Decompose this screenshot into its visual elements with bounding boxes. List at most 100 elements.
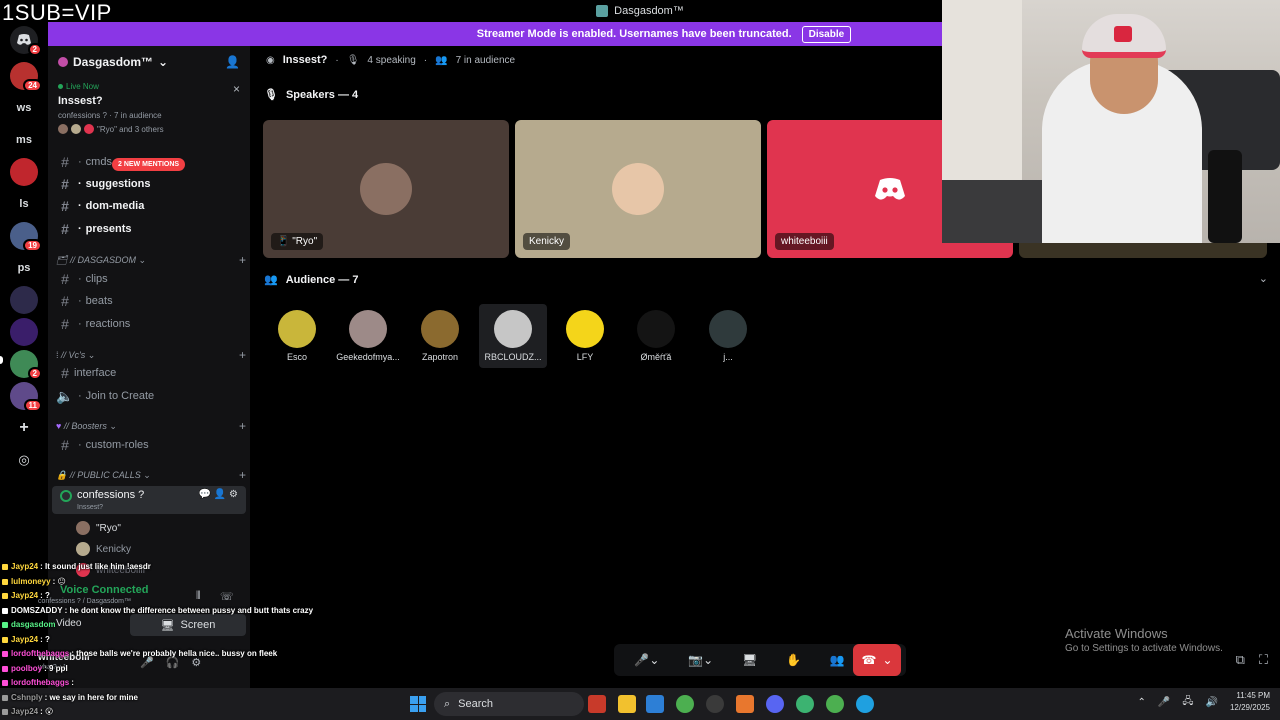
close-icon[interactable]: × bbox=[233, 82, 240, 96]
edge-icon[interactable] bbox=[856, 695, 874, 713]
category-public-calls[interactable]: 🔒 // PUBLIC CALLS ⌄ + bbox=[56, 467, 246, 483]
disable-streamer-mode-button[interactable]: Disable bbox=[801, 25, 852, 43]
audience-icon: 👥 bbox=[435, 54, 448, 66]
chevron-up-icon[interactable]: ⌃ bbox=[1138, 697, 1146, 708]
move-to-audience-icon[interactable]: ✋ bbox=[786, 653, 801, 667]
channel-custom-roles[interactable]: # · custom-roles bbox=[56, 435, 246, 455]
audience-member[interactable]: j... bbox=[696, 304, 760, 368]
stage-title: Inssest? bbox=[282, 54, 328, 66]
avatar bbox=[421, 310, 459, 348]
server-name: Dasgasdom™ bbox=[73, 55, 154, 69]
screen-share-icon[interactable]: 🖥 bbox=[742, 653, 757, 667]
add-server-icon[interactable]: + bbox=[10, 414, 38, 442]
chat-username: lordofthebaggs bbox=[11, 678, 70, 687]
channel-clips[interactable]: # · clips bbox=[56, 269, 246, 289]
speaker-tile[interactable]: 📱 "Ryo" bbox=[263, 120, 509, 258]
discord-home-icon[interactable]: 2 bbox=[10, 26, 42, 56]
explore-servers-icon[interactable]: ◎ bbox=[10, 446, 38, 474]
invite-people-icon[interactable]: 👤 bbox=[225, 55, 240, 69]
hash-icon: # bbox=[61, 154, 69, 170]
channel-join-to-create[interactable]: 🔈 · Join to Create bbox=[56, 386, 246, 406]
taskbar-app-icon[interactable] bbox=[736, 695, 754, 713]
camera-off-icon[interactable]: 📷⌄ bbox=[688, 653, 713, 667]
system-tray: ⌃ 🎤 🖧 🔊 11:45 PM 12/29/2025 bbox=[1138, 690, 1271, 714]
clock[interactable]: 11:45 PM 12/29/2025 bbox=[1230, 690, 1270, 714]
server-icon[interactable] bbox=[10, 318, 38, 346]
server-icon[interactable]: 11 bbox=[10, 382, 42, 412]
chat-badge-icon bbox=[2, 665, 8, 672]
speaker-tile[interactable]: Kenicky bbox=[515, 120, 761, 258]
audience-member[interactable]: Geekedofmya... bbox=[336, 304, 400, 368]
audience-member[interactable]: LFY bbox=[553, 304, 617, 368]
server-icon[interactable]: ws bbox=[10, 94, 38, 122]
chevron-down-icon[interactable]: ⌄ bbox=[1259, 272, 1268, 285]
category-dasgasdom[interactable]: 🗂 // DASGASDOM ⌄ + bbox=[56, 252, 246, 268]
add-channel-icon[interactable]: + bbox=[239, 468, 246, 482]
server-icon[interactable]: 19 bbox=[10, 222, 42, 252]
chat-message: Jayp24: ? bbox=[2, 589, 332, 604]
network-icon[interactable]: 🖧 bbox=[1182, 694, 1193, 711]
category-boosters[interactable]: ♥ // Boosters ⌄ + bbox=[56, 418, 246, 434]
chat-message: lordofthebaggs: those balls we're probab… bbox=[2, 647, 332, 662]
audience-member[interactable]: Øměŕťă bbox=[624, 304, 688, 368]
store-icon[interactable] bbox=[646, 695, 664, 713]
avatar bbox=[349, 310, 387, 348]
audience-member[interactable]: RBCLOUDZ... bbox=[479, 304, 547, 368]
view-controls: ⧉ ⛶ bbox=[1236, 652, 1268, 668]
live-stage-card[interactable]: Live Now Inssest? confessions ? · 7 in a… bbox=[48, 78, 250, 138]
fullscreen-icon[interactable]: ⛶ bbox=[1259, 652, 1268, 668]
microphone-icon[interactable]: 🎤 bbox=[1158, 697, 1170, 708]
server-icon[interactable]: 24 bbox=[10, 62, 42, 92]
chevron-down-icon: ⌄ bbox=[882, 653, 893, 667]
discord-logo-icon bbox=[875, 178, 905, 200]
avatar bbox=[494, 310, 532, 348]
folder-icon[interactable] bbox=[618, 695, 636, 713]
taskbar-search[interactable]: ⌕ Search bbox=[434, 692, 584, 716]
new-mentions-pill[interactable]: 2 NEW MENTIONS bbox=[112, 158, 186, 171]
channel-presents[interactable]: # · presents bbox=[56, 219, 246, 239]
vc-user[interactable]: "Ryo" bbox=[76, 519, 121, 537]
audience-name: Øměŕťă bbox=[640, 352, 672, 362]
server-icon[interactable] bbox=[10, 158, 38, 186]
chrome-icon[interactable] bbox=[676, 695, 694, 713]
channel-confessions[interactable]: confessions ? Inssest? 💬 👤 ⚙ bbox=[52, 486, 246, 514]
invite-icon[interactable]: 👥 bbox=[830, 653, 845, 667]
add-channel-icon[interactable]: + bbox=[239, 348, 246, 362]
audience-icon: 👥 bbox=[264, 274, 278, 286]
microphone-icon[interactable]: 🎤⌄ bbox=[634, 653, 659, 667]
channel-reactions[interactable]: # · reactions bbox=[56, 314, 246, 334]
vc-user[interactable]: Kenicky bbox=[76, 540, 131, 558]
taskbar-app-icon[interactable] bbox=[588, 695, 606, 713]
server-icon[interactable] bbox=[10, 286, 38, 314]
channel-dom-media[interactable]: # · dom-media bbox=[56, 196, 246, 216]
server-header[interactable]: Dasgasdom™ ⌄ 👤 bbox=[48, 46, 250, 78]
audience-member[interactable]: Zapotron bbox=[408, 304, 472, 368]
server-icon[interactable]: ls bbox=[10, 190, 38, 218]
server-icon[interactable]: ps bbox=[10, 254, 38, 282]
stage-icon: ◉ bbox=[266, 54, 275, 66]
channel-interface[interactable]: # interface bbox=[56, 363, 246, 383]
category-vcs[interactable]: ⁞ // Vc's ⌄ + bbox=[56, 347, 246, 363]
avatar bbox=[637, 310, 675, 348]
audience-member[interactable]: Esco bbox=[265, 304, 329, 368]
popout-icon[interactable]: ⧉ bbox=[1236, 652, 1245, 668]
add-channel-icon[interactable]: + bbox=[239, 253, 246, 267]
discord-icon[interactable] bbox=[766, 695, 784, 713]
disconnect-button[interactable]: ☎ ⌄ bbox=[853, 644, 901, 676]
chat-username: Jayp24 bbox=[11, 562, 39, 571]
chrome-icon[interactable] bbox=[796, 695, 814, 713]
channel-beats[interactable]: # · beats bbox=[56, 291, 246, 311]
server-icon[interactable]: 2 bbox=[10, 350, 42, 380]
windows-start-icon[interactable] bbox=[410, 696, 426, 712]
channel-label: interface bbox=[74, 367, 117, 379]
volume-icon[interactable]: 🔊 bbox=[1206, 697, 1218, 708]
audience-name: Zapotron bbox=[421, 352, 459, 362]
live-stage-title: Inssest? bbox=[58, 95, 103, 107]
server-icon[interactable]: ms bbox=[10, 126, 38, 154]
search-icon: ⌕ bbox=[444, 697, 451, 710]
channel-suggestions[interactable]: # · suggestions bbox=[56, 174, 246, 194]
chrome-icon[interactable] bbox=[826, 695, 844, 713]
channel-action-icons[interactable]: 💬 👤 ⚙ bbox=[199, 489, 238, 500]
add-channel-icon[interactable]: + bbox=[239, 419, 246, 433]
obs-icon[interactable] bbox=[706, 695, 724, 713]
